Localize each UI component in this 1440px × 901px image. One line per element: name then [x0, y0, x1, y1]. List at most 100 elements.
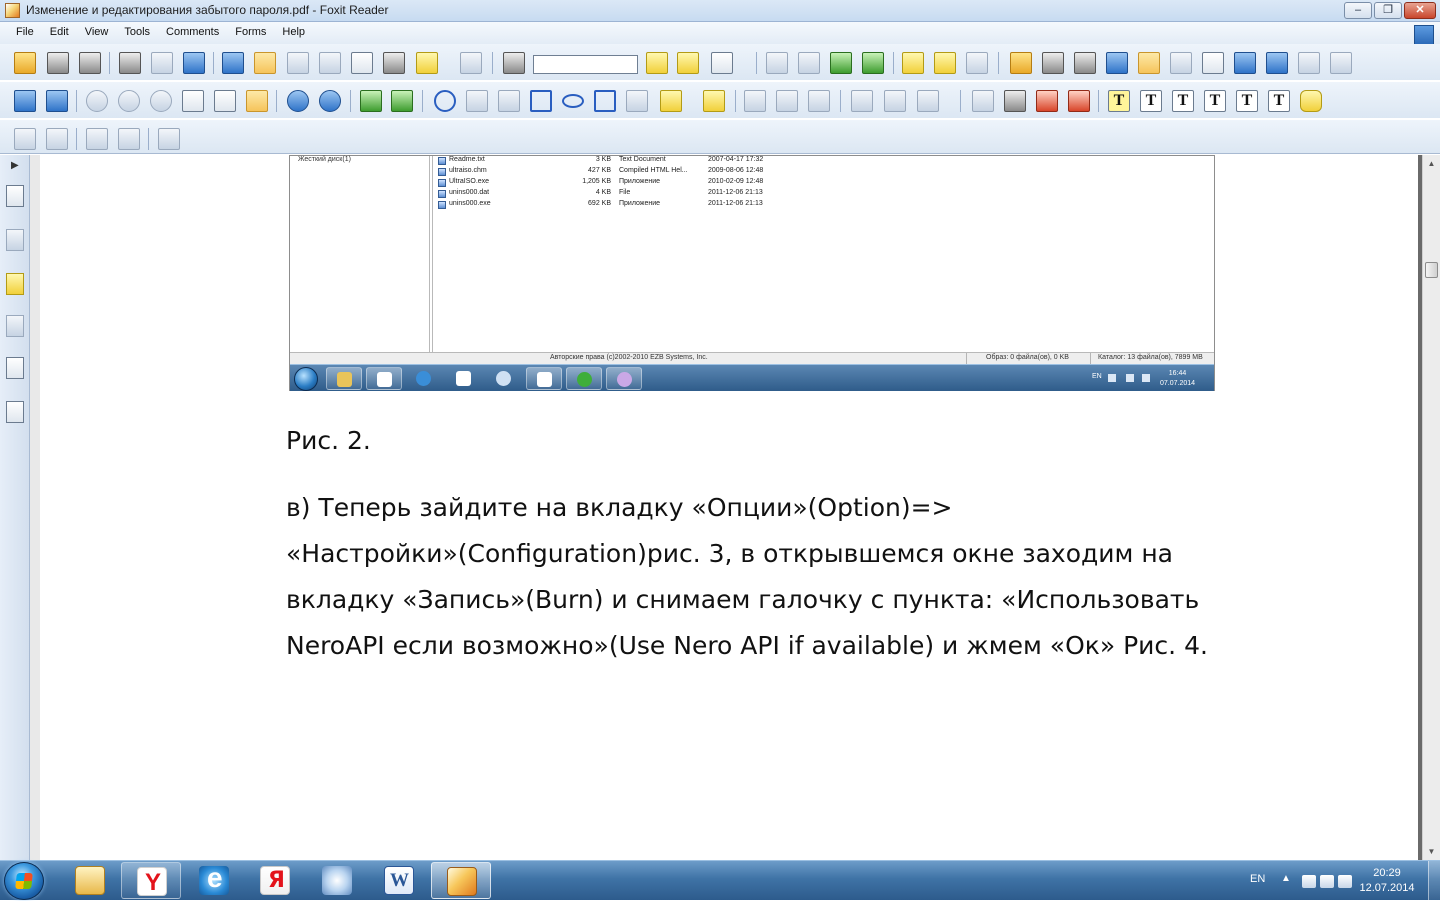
perimeter-tool-icon[interactable]	[776, 90, 798, 112]
save-icon[interactable]	[47, 52, 69, 74]
minimize-button[interactable]: –	[1344, 2, 1372, 19]
read-next-icon[interactable]	[118, 128, 140, 150]
menu-edit[interactable]: Edit	[42, 26, 77, 38]
scroll-down-icon[interactable]: ▼	[1423, 843, 1440, 860]
menu-forms[interactable]: Forms	[227, 26, 274, 38]
signatures-panel-icon[interactable]	[6, 401, 24, 423]
form-export-icon[interactable]	[917, 90, 939, 112]
eraser-tool-icon[interactable]	[703, 90, 725, 112]
squiggly-text-icon[interactable]: T	[1204, 90, 1226, 112]
undo-icon[interactable]	[766, 52, 788, 74]
start-button[interactable]	[4, 862, 44, 900]
select-arrow-icon[interactable]	[319, 52, 341, 74]
next-view-icon[interactable]	[1266, 52, 1288, 74]
pages-panel-icon[interactable]	[6, 185, 24, 207]
vertical-scrollbar[interactable]: ▲ ▼	[1422, 155, 1440, 860]
rectangle-tool-icon[interactable]	[530, 90, 552, 112]
distance-tool-icon[interactable]	[744, 90, 766, 112]
area-tool-icon[interactable]	[808, 90, 830, 112]
find-next-icon[interactable]	[677, 52, 699, 74]
callout-icon[interactable]	[1068, 90, 1090, 112]
taskbar-yandex[interactable]	[245, 862, 305, 899]
redo-icon[interactable]	[798, 52, 820, 74]
note-icon[interactable]	[1300, 90, 1322, 112]
video-icon[interactable]	[862, 52, 884, 74]
link-icon[interactable]	[902, 52, 924, 74]
fit-page-icon[interactable]	[214, 90, 236, 112]
find-previous-icon[interactable]	[646, 52, 668, 74]
scroll-thumb[interactable]	[1425, 262, 1438, 278]
taskbar-clock[interactable]: 20:29 12.07.2014	[1352, 866, 1422, 896]
loupe-icon[interactable]	[150, 90, 172, 112]
oval-tool-icon[interactable]	[562, 94, 584, 108]
maximize-button[interactable]: ❐	[1374, 2, 1402, 19]
taskbar-foxit-reader[interactable]	[431, 862, 491, 899]
network-icon[interactable]	[1320, 875, 1334, 888]
panel-splitter[interactable]	[30, 155, 40, 860]
zoom-out-icon[interactable]	[118, 90, 140, 112]
highlight-text-icon[interactable]: T	[1108, 90, 1130, 112]
textbox-icon[interactable]	[1036, 90, 1058, 112]
layers-panel-icon[interactable]	[6, 357, 24, 379]
paperclip-icon[interactable]	[972, 90, 994, 112]
hand-tool-icon-2[interactable]	[1138, 52, 1160, 74]
arrow-tool-icon[interactable]	[466, 90, 488, 112]
zoom-plus-icon[interactable]	[319, 90, 341, 112]
binoculars-icon[interactable]	[503, 52, 525, 74]
read-previous-icon[interactable]	[86, 128, 108, 150]
volume-icon[interactable]	[1338, 875, 1352, 888]
email-icon[interactable]	[151, 52, 173, 74]
attach-file-icon[interactable]	[966, 52, 988, 74]
expand-panel-icon[interactable]: ▶	[11, 160, 19, 171]
text-select-icon[interactable]	[351, 52, 373, 74]
image-icon[interactable]	[830, 52, 852, 74]
typewriter-icon[interactable]	[1004, 90, 1026, 112]
underline-text-icon[interactable]: T	[1140, 90, 1162, 112]
forward-arrow-icon[interactable]	[46, 90, 68, 112]
open-folder-icon-2[interactable]	[1010, 52, 1032, 74]
menu-file[interactable]: File	[8, 26, 42, 38]
hand-tool-icon[interactable]	[254, 52, 276, 74]
redo-icon-2[interactable]	[1330, 52, 1352, 74]
find-input[interactable]	[533, 55, 638, 74]
undo-icon-2[interactable]	[1298, 52, 1320, 74]
taskbar-yandex-browser[interactable]	[121, 862, 181, 899]
read-page-icon[interactable]	[46, 128, 68, 150]
menu-tools[interactable]: Tools	[116, 26, 158, 38]
close-button[interactable]: ✕	[1404, 2, 1436, 19]
menu-help[interactable]: Help	[274, 26, 313, 38]
action-center-flag-icon[interactable]	[1302, 875, 1316, 888]
monitor-icon[interactable]	[222, 52, 244, 74]
polygon-tool-icon[interactable]	[594, 90, 616, 112]
bookmarks-panel-icon[interactable]	[6, 229, 24, 251]
read-aloud-icon[interactable]	[14, 128, 36, 150]
document-viewport[interactable]: Жесткий диск(1) Readme.txt 3 KB Text Docum…	[40, 155, 1418, 860]
previous-view-icon[interactable]	[1234, 52, 1256, 74]
print-icon-2[interactable]	[1074, 52, 1096, 74]
form-add-icon[interactable]	[884, 90, 906, 112]
strikeout-text-icon[interactable]: T	[1172, 90, 1194, 112]
save-icon-2[interactable]	[1042, 52, 1064, 74]
fit-width-icon[interactable]	[246, 90, 268, 112]
sign-pen-icon[interactable]	[460, 52, 482, 74]
form-field-icon[interactable]	[851, 90, 873, 112]
snapshot-icon[interactable]	[287, 52, 309, 74]
taskbar-explorer[interactable]	[60, 862, 120, 899]
scroll-up-icon[interactable]: ▲	[1423, 155, 1440, 172]
language-indicator[interactable]: EN	[1250, 873, 1265, 885]
circle-tool-icon[interactable]	[434, 90, 456, 112]
zoom-in-icon[interactable]	[86, 90, 108, 112]
pencil-tool-icon[interactable]	[660, 90, 682, 112]
menu-view[interactable]: View	[77, 26, 117, 38]
taskbar-audio[interactable]	[307, 862, 367, 899]
show-hidden-icons-icon[interactable]: ▲	[1281, 873, 1291, 884]
polyline-tool-icon[interactable]	[626, 90, 648, 112]
print-icon[interactable]	[119, 52, 141, 74]
taskbar-word[interactable]	[369, 862, 429, 899]
insert-text-icon[interactable]: T	[1268, 90, 1290, 112]
rotate-right-icon[interactable]	[391, 90, 413, 112]
menu-comments[interactable]: Comments	[158, 26, 227, 38]
back-arrow-icon[interactable]	[14, 90, 36, 112]
unlink-icon[interactable]	[934, 52, 956, 74]
stop-reading-icon[interactable]	[158, 128, 180, 150]
